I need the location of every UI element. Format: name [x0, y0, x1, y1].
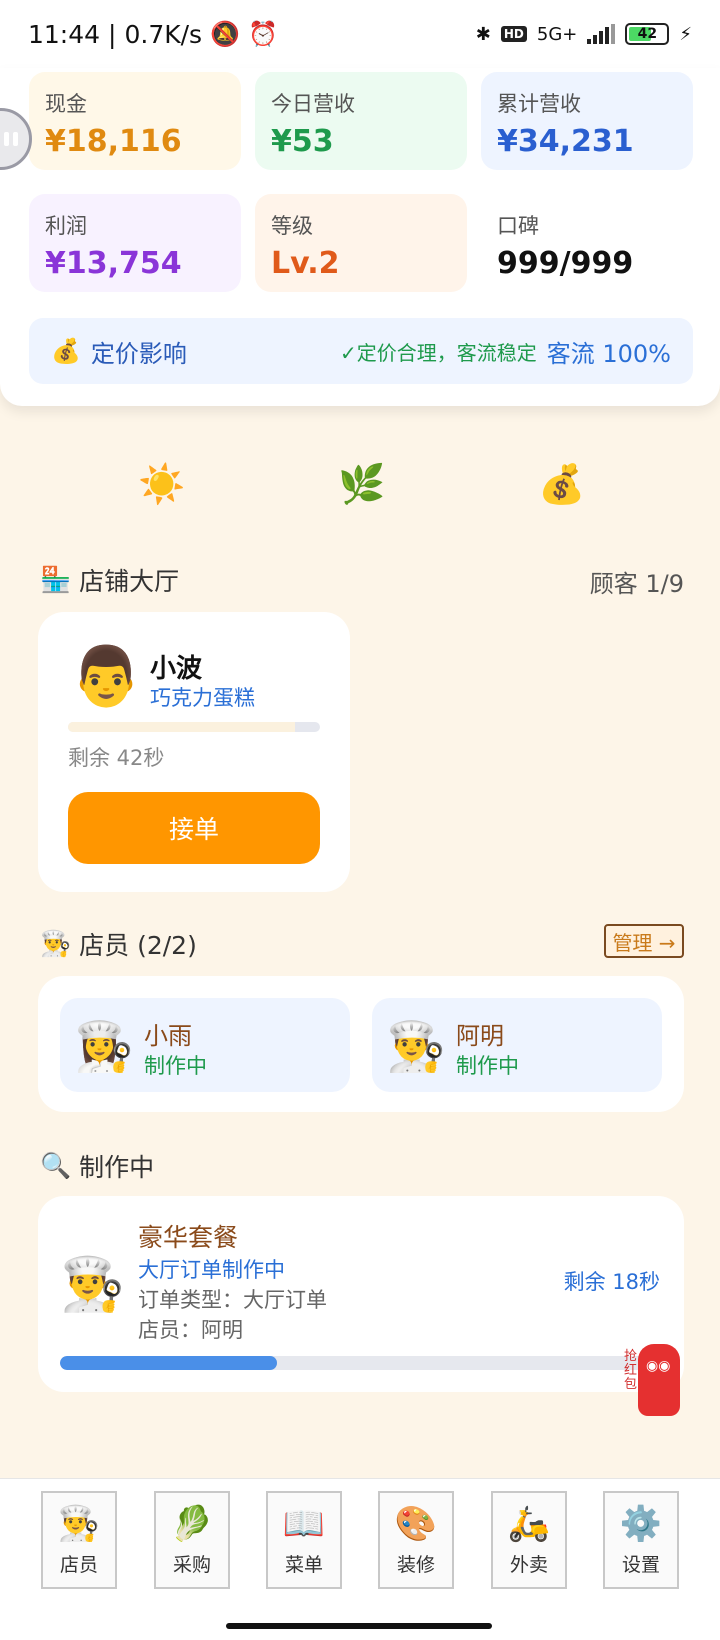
stat-value: 999/999 — [497, 246, 634, 281]
making-order-card: 👨‍🍳 豪华套餐 大厅订单制作中 订单类型：大厅订单 店员：阿明 剩余 18秒 — [38, 1196, 684, 1392]
male-cook-icon: 👨‍🍳 — [60, 1255, 125, 1315]
stat-label: 利润 — [45, 214, 87, 238]
bottom-nav: 👨‍🍳 店员 🥬 采购 📖 菜单 🎨 装修 🛵 外卖 ⚙️ 设置 — [0, 1478, 720, 1640]
leaf-icon[interactable]: 🌿 — [338, 462, 385, 507]
customer-remaining: 剩余 42秒 — [68, 746, 165, 770]
stat-cash: 现金 ¥18,116 — [29, 72, 241, 170]
customer-avatar: 👨 — [70, 642, 143, 710]
stat-value: ¥53 — [271, 124, 334, 159]
stat-label: 今日营收 — [271, 92, 355, 116]
palette-icon: 🎨 — [394, 1503, 438, 1544]
red-packet-text: 抢红包 — [624, 1349, 638, 1392]
alarm-icon: ⏰ — [247, 20, 278, 48]
customer-wait-bar — [68, 722, 320, 732]
hd-icon: HD — [500, 26, 527, 42]
staff-member[interactable]: 👩‍🍳 小雨 制作中 — [60, 998, 350, 1092]
order-progress-bar — [60, 1356, 662, 1370]
staff-name: 阿明 — [456, 1022, 504, 1050]
staff-card: 👩‍🍳 小雨 制作中 👨‍🍳 阿明 制作中 — [38, 976, 684, 1112]
bluetooth-icon: ✱ — [475, 23, 491, 45]
magnifier-icon: 🔍 — [40, 1151, 72, 1180]
battery-icon: 42 — [625, 23, 670, 45]
book-icon: 📖 — [282, 1503, 326, 1544]
stat-label: 累计营收 — [497, 92, 581, 116]
sun-icon[interactable]: ☀️ — [138, 462, 185, 507]
nav-decorate[interactable]: 🎨 装修 — [378, 1491, 454, 1589]
pricing-impact-bar[interactable]: 💰 定价影响 ✓定价合理，客流稳定 客流 100% — [29, 318, 693, 384]
money-bag-icon: 💰 — [51, 337, 81, 365]
order-type: 订单类型：大厅订单 — [138, 1288, 327, 1312]
accept-order-button[interactable]: 接单 — [68, 792, 320, 864]
nav-purchase[interactable]: 🥬 采购 — [154, 1491, 230, 1589]
charging-icon: ⚡ — [679, 23, 692, 45]
signal-icon — [587, 24, 616, 44]
order-status: 大厅订单制作中 — [138, 1258, 285, 1282]
scooter-icon: 🛵 — [507, 1503, 551, 1544]
customer-wait-fill — [68, 722, 295, 732]
making-section-title: 🔍 制作中 — [40, 1151, 155, 1182]
pricing-status: ✓定价合理，客流稳定 — [339, 340, 537, 365]
stat-value: ¥34,231 — [497, 124, 634, 159]
stat-profit: 利润 ¥13,754 — [29, 194, 241, 292]
store-icon: 🏪 — [40, 565, 72, 594]
stat-reputation: 口碑 999/999 — [481, 194, 693, 292]
order-dish: 豪华套餐 — [138, 1223, 239, 1252]
mute-bell-icon: 🔕 — [210, 20, 240, 48]
staff-state: 制作中 — [144, 1054, 207, 1078]
staff-state: 制作中 — [456, 1054, 519, 1078]
customer-card: 👨 小波 巧克力蛋糕 剩余 42秒 接单 — [38, 612, 350, 892]
nav-settings[interactable]: ⚙️ 设置 — [603, 1491, 679, 1589]
stat-label: 现金 — [45, 92, 87, 116]
staff-name: 小雨 — [144, 1022, 192, 1050]
nav-delivery[interactable]: 🛵 外卖 — [491, 1491, 567, 1589]
order-staff: 店员：阿明 — [138, 1318, 243, 1342]
male-cook-icon: 👨‍🍳 — [386, 1019, 446, 1075]
stat-total-revenue: 累计营收 ¥34,231 — [481, 72, 693, 170]
order-progress-fill — [60, 1356, 277, 1370]
stat-label: 口碑 — [497, 214, 539, 238]
gear-icon: ⚙️ — [619, 1503, 663, 1544]
nav-staff[interactable]: 👨‍🍳 店员 — [41, 1491, 117, 1589]
stat-value: Lv.2 — [271, 246, 340, 281]
chef-icon: 👨‍🍳 — [40, 929, 72, 958]
customer-order: 巧克力蛋糕 — [150, 686, 255, 710]
nav-menu[interactable]: 📖 菜单 — [266, 1491, 342, 1589]
pricing-title: 定价影响 — [90, 339, 187, 368]
chef-icon: 👨‍🍳 — [57, 1503, 101, 1544]
staff-member[interactable]: 👨‍🍳 阿明 制作中 — [372, 998, 662, 1092]
money-bag-icon[interactable]: 💰 — [538, 462, 585, 507]
stat-level: 等级 Lv.2 — [255, 194, 467, 292]
hall-section-title: 🏪 店铺大厅 — [40, 565, 180, 596]
network-type: 5G+ — [536, 23, 578, 45]
female-cook-icon: 👩‍🍳 — [74, 1019, 134, 1075]
battery-level: 42 — [637, 26, 658, 42]
vegetable-icon: 🥬 — [170, 1503, 214, 1544]
customer-name: 小波 — [150, 654, 203, 684]
home-indicator[interactable] — [226, 1623, 492, 1629]
mascot-face-icon: ◉◉ — [646, 1358, 671, 1374]
red-packet-mascot[interactable]: 抢红包 ◉◉ — [624, 1340, 688, 1420]
staff-section-title: 👨‍🍳 店员 (2/2) — [40, 929, 197, 960]
customer-count: 顾客 1/9 — [589, 570, 684, 598]
order-remaining: 剩余 18秒 — [563, 1270, 660, 1294]
stat-value: ¥13,754 — [45, 246, 182, 281]
stat-value: ¥18,116 — [45, 124, 182, 159]
status-bar: 11:44 | 0.7K/s 🔕 ⏰ ✱ HD 5G+ 42 ⚡ — [0, 0, 720, 68]
stats-panel: 现金 ¥18,116 今日营收 ¥53 累计营收 ¥34,231 利润 ¥13,… — [0, 68, 720, 406]
customer-flow: 客流 100% — [546, 339, 671, 368]
manage-staff-button[interactable]: 管理 → — [604, 924, 684, 958]
stat-today-revenue: 今日营收 ¥53 — [255, 72, 467, 170]
status-time: 11:44 — [28, 19, 101, 49]
status-speed: 0.7K/s — [124, 19, 203, 49]
stat-label: 等级 — [271, 214, 313, 238]
